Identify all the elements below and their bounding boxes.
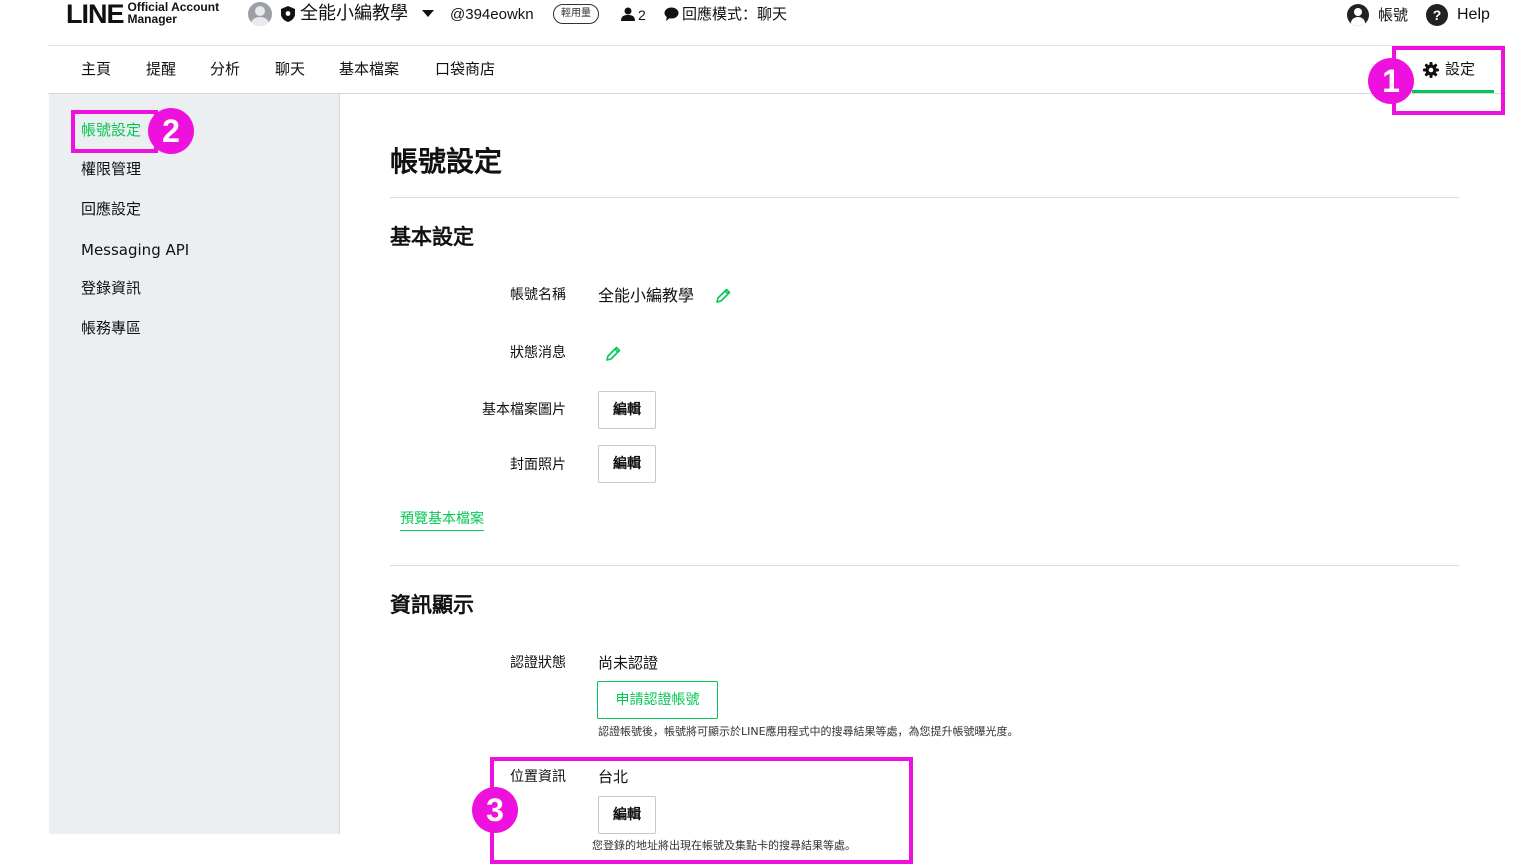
account-name-value: 全能小編教學 (598, 286, 695, 305)
preview-profile-link[interactable]: 預覽基本檔案 (400, 508, 484, 531)
members-count: 2 (638, 7, 646, 23)
nav-tab-pocket-shop[interactable]: 口袋商店 (435, 58, 495, 80)
settings-sidebar: 帳號設定 權限管理 回應設定 Messaging API 登錄資訊 帳務專區 (49, 94, 340, 834)
account-icon[interactable] (1347, 4, 1369, 26)
highlight-box-location (490, 757, 913, 864)
nav-tab-reminders[interactable]: 提醒 (146, 58, 176, 80)
shield-icon (281, 6, 295, 22)
verification-status-value: 尚未認證 (598, 654, 659, 672)
account-menu-label[interactable]: 帳號 (1378, 4, 1408, 26)
step-badge-1: 1 (1368, 58, 1414, 104)
sidebar-item-billing[interactable]: 帳務專區 (81, 317, 141, 339)
section-title-basic: 基本設定 (390, 225, 474, 249)
plan-badge: 輕用量 (553, 4, 599, 24)
reply-mode-status[interactable]: 回應模式：聊天 (682, 3, 787, 25)
help-link[interactable]: Help (1457, 4, 1490, 26)
line-oa-manager-logo[interactable]: LINE Official Account Manager (66, 0, 219, 30)
edit-cover-photo-button[interactable]: 編輯 (598, 445, 656, 483)
section-divider (390, 565, 1459, 566)
apply-verified-account-button[interactable]: 申請認證帳號 (597, 681, 718, 719)
sidebar-item-response-settings[interactable]: 回應設定 (81, 198, 141, 220)
nav-tab-analytics[interactable]: 分析 (210, 58, 240, 80)
account-id: @394eowkn (450, 6, 534, 23)
step-badge-3: 3 (472, 787, 518, 833)
top-divider (48, 45, 1506, 46)
profile-image-label: 基本檔案圖片 (482, 402, 566, 418)
nav-tab-chat[interactable]: 聊天 (275, 58, 305, 80)
members-icon (621, 7, 635, 21)
section-divider (390, 197, 1459, 198)
status-message-label: 狀態消息 (510, 345, 566, 361)
account-switcher-name[interactable]: 全能小編教學 (300, 2, 408, 26)
verification-note: 認證帳號後，帳號將可顯示於LINE應用程式中的搜尋結果等處，為您提升帳號曝光度。 (598, 725, 1019, 738)
caret-down-icon[interactable] (422, 10, 434, 17)
help-icon[interactable]: ? (1426, 4, 1448, 26)
sidebar-item-registration-info[interactable]: 登錄資訊 (81, 277, 141, 299)
account-avatar-icon[interactable] (248, 2, 272, 26)
pencil-icon[interactable] (604, 345, 622, 363)
nav-tab-home[interactable]: 主頁 (81, 58, 111, 80)
cover-photo-label: 封面照片 (510, 457, 566, 473)
logo-subtitle: Official Account Manager (128, 1, 220, 25)
page-title: 帳號設定 (390, 145, 503, 178)
highlight-box-account-settings (71, 110, 158, 153)
section-title-info-display: 資訊顯示 (390, 593, 474, 617)
step-badge-2: 2 (148, 108, 194, 154)
logo-subtitle-line-2: Manager (127, 12, 177, 26)
chat-icon (664, 7, 679, 21)
logo-line-text: LINE (66, 0, 125, 29)
verification-status-label: 認證狀態 (510, 655, 566, 671)
nav-tab-profile[interactable]: 基本檔案 (339, 58, 399, 80)
sidebar-item-permissions[interactable]: 權限管理 (81, 158, 141, 180)
account-name-label: 帳號名稱 (510, 287, 566, 303)
sidebar-item-messaging-api[interactable]: Messaging API (81, 239, 189, 261)
pencil-icon[interactable] (714, 287, 732, 305)
top-bar: LINE Official Account Manager 全能小編教學 @39… (0, 0, 1536, 30)
edit-profile-image-button[interactable]: 編輯 (598, 391, 656, 429)
